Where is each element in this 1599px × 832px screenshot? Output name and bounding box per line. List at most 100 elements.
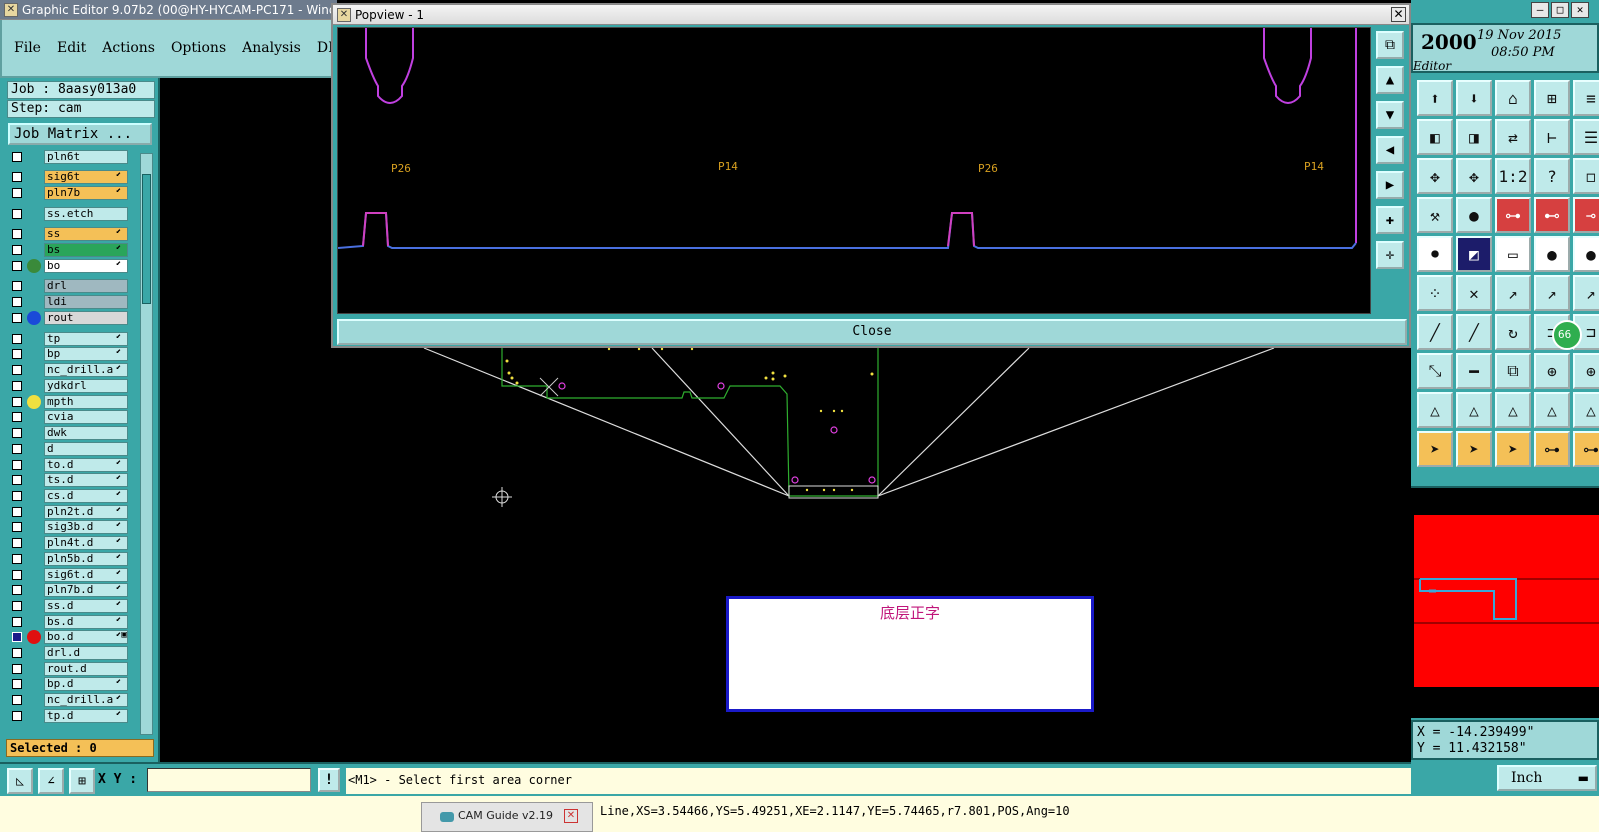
layer-checkbox[interactable] [12,297,22,307]
layer-checkbox[interactable] [12,209,22,219]
layer-row[interactable]: cvia [8,410,128,424]
close-icon[interactable]: ✕ [1571,2,1589,18]
layer-name[interactable]: dwk [44,426,128,440]
pan-left-icon[interactable]: ◀ [1376,136,1404,164]
layer-checkbox[interactable] [12,475,22,485]
layer-name[interactable]: drl [44,279,128,293]
ruler-icon[interactable]: ⊢ [1534,119,1570,155]
angle-icon[interactable]: ∠ [38,768,64,794]
minimize-icon[interactable]: – [1531,2,1549,18]
triangle3-icon[interactable]: △ [1495,392,1531,428]
layer-row[interactable]: bp ⬋ [8,347,128,361]
arrow-node-icon[interactable]: ↗ [1495,275,1531,311]
menu-options[interactable]: Options [171,40,226,56]
layer-checkbox[interactable] [12,444,22,454]
layer-row[interactable]: to.d ⬋ [8,458,128,472]
layer-checkbox[interactable] [12,601,22,611]
layer-name[interactable]: mpth [44,395,128,409]
layer-name[interactable]: pln6t [44,150,128,164]
pointer-net-icon[interactable]: ⊶ [1534,431,1570,467]
net-icon[interactable]: ⊶ [1495,197,1531,233]
layer-row[interactable]: bs ⬋ [8,243,128,257]
layer-row[interactable]: rout.d [8,662,128,676]
layer-row[interactable]: pln7b ⬋ [8,186,128,200]
pan-right-icon[interactable]: ▶ [1376,171,1404,199]
layer-row[interactable]: bs.d ⬋ [8,615,128,629]
cam-guide-close-icon[interactable]: ✕ [564,809,578,823]
fit-icon[interactable]: ✥ [1417,158,1453,194]
record-icon[interactable]: ⏺ [1417,236,1453,272]
layer-row[interactable]: nc_drill.a ⬋ [8,693,128,707]
layer-checkbox[interactable] [12,585,22,595]
layer-checkbox[interactable] [12,412,22,422]
layer-checkbox[interactable] [12,664,22,674]
layer-row[interactable]: rout [8,311,128,325]
layer-row[interactable]: ss.d ⬋ [8,599,128,613]
pointer2-icon[interactable]: ➤ [1456,431,1492,467]
home-icon[interactable]: ⌂ [1495,80,1531,116]
layer-row[interactable]: tp.d ⬋ [8,709,128,723]
layer-checkbox[interactable] [12,428,22,438]
main-window-titlebar[interactable]: ✕ Graphic Editor 9.07b2 (00@HY-HYCAM-PC1… [0,0,337,20]
layer-row[interactable]: pln5b.d ⬋ [8,552,128,566]
node-icon[interactable]: ⁘ [1417,275,1453,311]
cross-icon[interactable]: ✕ [1456,275,1492,311]
triangle5-icon[interactable]: △ [1573,392,1599,428]
layer-checkbox[interactable] [12,381,22,391]
layer-checkbox[interactable] [12,334,22,344]
rotate-icon[interactable]: ↻ [1495,314,1531,350]
move-icon[interactable]: ⤡ [1417,353,1453,389]
net3-icon[interactable]: ⊸ [1573,197,1599,233]
layer-row[interactable]: sig3b.d ⬋ [8,520,128,534]
layer-row[interactable]: pln7b.d ⬋ [8,583,128,597]
layer-row[interactable]: pln2t.d ⬋ [8,505,128,519]
layer-checkbox[interactable] [12,648,22,658]
popview-titlebar[interactable]: ✕ Popview - 1 ✕ [333,5,1409,25]
layer-checkbox[interactable] [12,507,22,517]
triangle-icon[interactable]: △ [1417,392,1453,428]
pad-icon[interactable]: ● [1456,197,1492,233]
scale-icon[interactable]: 1:2 [1495,158,1531,194]
layer-name[interactable]: rout.d [44,662,128,676]
line2-icon[interactable]: ╱ [1456,314,1492,350]
layer-checkbox[interactable] [12,397,22,407]
layer-row[interactable]: pln4t.d ⬋ [8,536,128,550]
layer-row[interactable]: d [8,442,128,456]
layer-row[interactable]: tp ⬋ [8,332,128,346]
layer-name[interactable]: ldi [44,295,128,309]
layer-checkbox[interactable] [12,522,22,532]
zoom-left-icon[interactable]: ◧ [1417,119,1453,155]
layer-checkbox[interactable] [12,313,22,323]
tool-wrench-icon[interactable]: ⚒ [1417,197,1453,233]
scroll-icon[interactable]: ≡ [1573,80,1599,116]
arrow-node3-icon[interactable]: ↗ [1573,275,1599,311]
zoom-right-icon[interactable]: ◨ [1456,119,1492,155]
restore-icon[interactable]: ⧉ [1376,31,1404,59]
arrow-node2-icon[interactable]: ↗ [1534,275,1570,311]
layer-checkbox[interactable] [12,711,22,721]
layer-row[interactable]: drl [8,279,128,293]
job-matrix-button[interactable]: Job Matrix ... [8,123,152,145]
layer-row[interactable]: pln6t [8,150,128,164]
layer-row[interactable]: ts.d ⬋ [8,473,128,487]
xy-input[interactable] [147,768,311,792]
pointer3-icon[interactable]: ➤ [1495,431,1531,467]
layer-checkbox[interactable] [12,491,22,501]
overview-minimap[interactable] [1411,486,1599,718]
copy-icon[interactable]: ⧉ [1495,353,1531,389]
layer-row[interactable]: ss ⬋ [8,227,128,241]
layer-row[interactable]: nc_drill.a ⬋ [8,363,128,377]
layers-icon[interactable]: ☰ [1573,119,1599,155]
layer-name[interactable]: cvia [44,410,128,424]
menu-file[interactable]: File [14,40,41,56]
layer-checkbox[interactable] [12,152,22,162]
layer-checkbox[interactable] [12,349,22,359]
grid-snap-icon[interactable]: ⊞ [69,768,95,794]
layer-checkbox[interactable] [12,172,22,182]
menu-analysis[interactable]: Analysis [242,40,301,56]
layer-checkbox[interactable] [12,570,22,580]
popview-close-button[interactable]: Close [337,319,1407,345]
stop-icon[interactable]: ● [1534,236,1570,272]
layer-scrollbar[interactable] [140,153,153,735]
measure-icon[interactable]: ▭ [1495,236,1531,272]
